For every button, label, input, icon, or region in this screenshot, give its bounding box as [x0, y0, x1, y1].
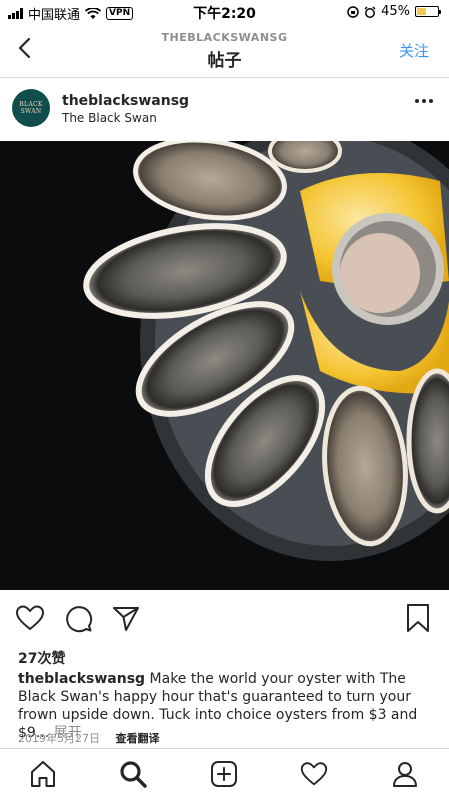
bookmark-icon: [407, 604, 429, 632]
post-actions: [0, 602, 449, 638]
tab-search[interactable]: [118, 759, 148, 789]
likes-count[interactable]: 27次赞: [18, 648, 65, 668]
tab-profile[interactable]: [390, 759, 420, 789]
follow-button[interactable]: 关注: [399, 40, 429, 61]
save-button[interactable]: [402, 602, 434, 634]
battery-icon: [415, 6, 441, 17]
orientation-lock-icon: [347, 5, 359, 18]
alarm-icon: [364, 6, 376, 18]
battery-percent: 45%: [381, 4, 410, 19]
post-location[interactable]: The Black Swan: [62, 111, 157, 125]
share-icon: [113, 607, 139, 631]
post-date: 2019年5月27日: [18, 732, 100, 745]
status-right: 45%: [347, 4, 441, 19]
comment-icon: [66, 606, 93, 633]
more-dot-icon: [429, 99, 433, 103]
avatar-logo-line: SWAN: [20, 108, 42, 115]
oysters-image: [0, 141, 449, 590]
post-meta: 2019年5月27日 查看翻译: [18, 730, 160, 746]
add-post-icon: [211, 761, 237, 787]
search-icon: [120, 761, 147, 788]
heart-icon: [16, 605, 44, 630]
status-bar: 中国联通 VPN 下午2:20 45%: [0, 0, 449, 24]
tab-activity[interactable]: [299, 759, 329, 789]
comment-button[interactable]: [62, 602, 94, 634]
bottom-tab-bar: [0, 748, 449, 800]
post-photo[interactable]: [0, 141, 449, 590]
post-header: BLACK SWAN theblackswansg The Black Swan: [0, 79, 449, 141]
tab-home[interactable]: [28, 759, 58, 789]
nav-header: THEBLACKSWANSG 帖子 关注: [0, 24, 449, 78]
post-username[interactable]: theblackswansg: [62, 93, 189, 109]
page-subtitle: THEBLACKSWANSG: [161, 31, 288, 44]
tab-new-post[interactable]: [209, 759, 239, 789]
more-options-button[interactable]: [415, 99, 433, 103]
like-button[interactable]: [14, 602, 46, 634]
profile-icon: [393, 762, 417, 787]
caption-username[interactable]: theblackswansg: [18, 671, 145, 687]
avatar[interactable]: BLACK SWAN: [12, 89, 50, 127]
page-title: 帖子: [207, 51, 242, 71]
share-button[interactable]: [110, 602, 142, 634]
translate-link[interactable]: 查看翻译: [116, 732, 160, 745]
home-icon: [31, 761, 55, 787]
activity-heart-icon: [300, 762, 328, 786]
avatar-logo-line: BLACK: [19, 101, 43, 108]
more-dot-icon: [415, 99, 419, 103]
page-title-block: THEBLACKSWANSG 帖子: [0, 31, 449, 71]
more-dot-icon: [422, 99, 426, 103]
